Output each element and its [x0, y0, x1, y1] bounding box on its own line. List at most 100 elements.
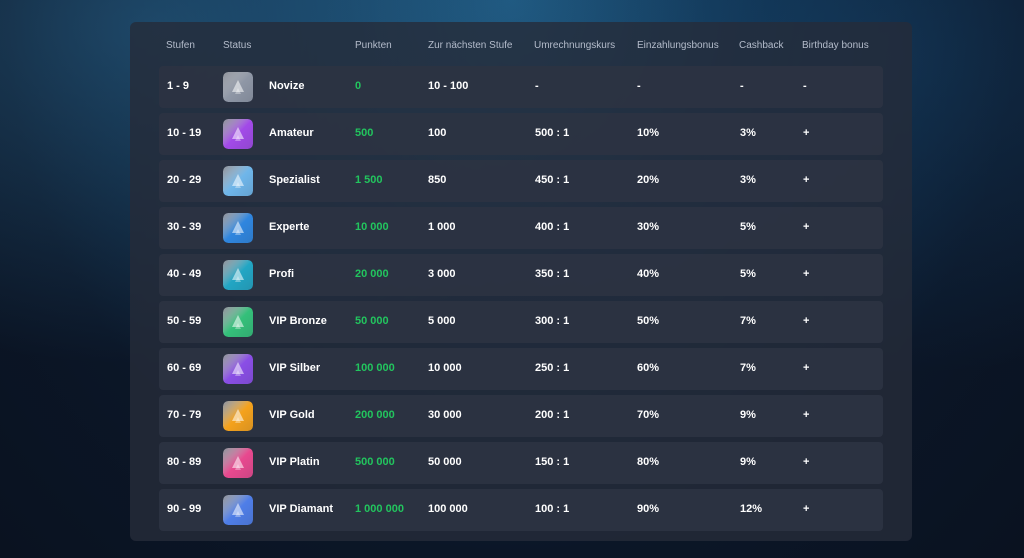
- row-conversion-rate: 100 : 1: [535, 503, 570, 515]
- row-stufen: 50 - 59: [167, 315, 202, 327]
- row-cashback: 12%: [740, 503, 763, 515]
- header-next-level: Zur nächsten Stufe: [428, 40, 513, 51]
- expert-badge-icon: [223, 213, 253, 243]
- row-cashback: 3%: [740, 127, 756, 139]
- row-deposit-bonus: 50%: [637, 315, 660, 327]
- row-deposit-bonus: 70%: [637, 409, 660, 421]
- row-deposit-bonus: 10%: [637, 127, 660, 139]
- row-punkten: 200 000: [355, 409, 395, 421]
- header-conversion-rate: Umrechnungskurs: [534, 40, 616, 51]
- row-birthday-bonus: +: [803, 503, 810, 515]
- row-birthday-bonus: +: [803, 221, 810, 233]
- row-cashback: 7%: [740, 362, 756, 374]
- table-row: 1 - 9 Novize 0 10 - 100 - - - -: [159, 66, 883, 108]
- row-conversion-rate: 200 : 1: [535, 409, 570, 421]
- row-deposit-bonus: -: [637, 80, 641, 92]
- row-stufen: 30 - 39: [167, 221, 202, 233]
- row-birthday-bonus: +: [803, 268, 810, 280]
- row-punkten: 1 500: [355, 174, 383, 186]
- row-status-name: VIP Gold: [269, 409, 315, 421]
- row-punkten: 500 000: [355, 456, 395, 468]
- row-next-level: 100 000: [428, 503, 468, 515]
- table-row: 80 - 89 VIP Platin 500 000 50 000 150 : 1 80%…: [159, 442, 883, 484]
- row-stufen: 1 - 9: [167, 80, 190, 92]
- row-conversion-rate: 450 : 1: [535, 174, 570, 186]
- row-conversion-rate: -: [535, 80, 539, 92]
- row-punkten: 20 000: [355, 268, 389, 280]
- row-status-name: Spezialist: [269, 174, 320, 186]
- vip-levels-table: Stufen Status Punkten Zur nächsten Stufe…: [130, 22, 912, 541]
- header-status: Status: [223, 40, 252, 51]
- row-next-level: 100: [428, 127, 447, 139]
- row-next-level: 850: [428, 174, 447, 186]
- row-next-level: 30 000: [428, 409, 462, 421]
- amateur-badge-icon: [223, 119, 253, 149]
- row-cashback: -: [740, 80, 744, 92]
- row-conversion-rate: 500 : 1: [535, 127, 570, 139]
- row-birthday-bonus: +: [803, 456, 810, 468]
- table-row: 70 - 79 VIP Gold 200 000 30 000 200 : 1 70% 9%…: [159, 395, 883, 437]
- row-deposit-bonus: 30%: [637, 221, 660, 233]
- novice-badge-icon: [223, 72, 253, 102]
- row-next-level: 1 000: [428, 221, 456, 233]
- table-row: 60 - 69 VIP Silber 100 000 10 000 250 : 1 60%…: [159, 348, 883, 390]
- row-next-level: 10 000: [428, 362, 462, 374]
- header-birthday-bonus: Birthday bonus: [802, 40, 869, 51]
- row-stufen: 10 - 19: [167, 127, 202, 139]
- row-deposit-bonus: 60%: [637, 362, 660, 374]
- row-punkten: 500: [355, 127, 374, 139]
- row-next-level: 50 000: [428, 456, 462, 468]
- table-row: 50 - 59 VIP Bronze 50 000 5 000 300 : 1 50% 7%…: [159, 301, 883, 343]
- row-stufen: 70 - 79: [167, 409, 202, 421]
- row-status-name: Novize: [269, 80, 305, 92]
- header-stufen: Stufen: [166, 40, 195, 51]
- row-cashback: 7%: [740, 315, 756, 327]
- header-cashback: Cashback: [739, 40, 784, 51]
- vip-silber-badge-icon: [223, 354, 253, 384]
- table-row: 30 - 39 Experte 10 000 1 000 400 : 1 30% 5% +: [159, 207, 883, 249]
- row-next-level: 3 000: [428, 268, 456, 280]
- row-conversion-rate: 300 : 1: [535, 315, 570, 327]
- row-stufen: 80 - 89: [167, 456, 202, 468]
- profi-badge-icon: [223, 260, 253, 290]
- row-next-level: 5 000: [428, 315, 456, 327]
- header-deposit-bonus: Einzahlungsbonus: [637, 40, 719, 51]
- row-birthday-bonus: +: [803, 127, 810, 139]
- table-row: 20 - 29 Spezialist 1 500 850 450 : 1 20% 3% +: [159, 160, 883, 202]
- row-conversion-rate: 350 : 1: [535, 268, 570, 280]
- vip-platin-badge-icon: [223, 448, 253, 478]
- row-next-level: 10 - 100: [428, 80, 469, 92]
- row-stufen: 20 - 29: [167, 174, 202, 186]
- row-birthday-bonus: +: [803, 409, 810, 421]
- row-deposit-bonus: 40%: [637, 268, 660, 280]
- row-punkten: 1 000 000: [355, 503, 404, 515]
- table-row: 40 - 49 Profi 20 000 3 000 350 : 1 40% 5% +: [159, 254, 883, 296]
- row-cashback: 3%: [740, 174, 756, 186]
- row-conversion-rate: 150 : 1: [535, 456, 570, 468]
- row-birthday-bonus: +: [803, 174, 810, 186]
- row-punkten: 10 000: [355, 221, 389, 233]
- row-punkten: 50 000: [355, 315, 389, 327]
- row-conversion-rate: 400 : 1: [535, 221, 570, 233]
- specialist-badge-icon: [223, 166, 253, 196]
- row-status-name: Experte: [269, 221, 310, 233]
- row-birthday-bonus: +: [803, 315, 810, 327]
- vip-diamant-badge-icon: [223, 495, 253, 525]
- row-status-name: VIP Platin: [269, 456, 320, 468]
- row-conversion-rate: 250 : 1: [535, 362, 570, 374]
- row-cashback: 5%: [740, 268, 756, 280]
- table-row: 10 - 19 Amateur 500 100 500 : 1 10% 3% +: [159, 113, 883, 155]
- row-status-name: VIP Silber: [269, 362, 321, 374]
- table-row: 90 - 99 VIP Diamant 1 000 000 100 000 100 : …: [159, 489, 883, 531]
- row-birthday-bonus: -: [803, 80, 807, 92]
- row-punkten: 0: [355, 80, 362, 92]
- table-header: Stufen Status Punkten Zur nächsten Stufe…: [130, 22, 912, 68]
- vip-bronze-badge-icon: [223, 307, 253, 337]
- row-birthday-bonus: +: [803, 362, 810, 374]
- row-deposit-bonus: 90%: [637, 503, 660, 515]
- row-status-name: Amateur: [269, 127, 314, 139]
- row-cashback: 5%: [740, 221, 756, 233]
- row-deposit-bonus: 20%: [637, 174, 660, 186]
- row-status-name: VIP Diamant: [269, 503, 333, 515]
- row-status-name: Profi: [269, 268, 295, 280]
